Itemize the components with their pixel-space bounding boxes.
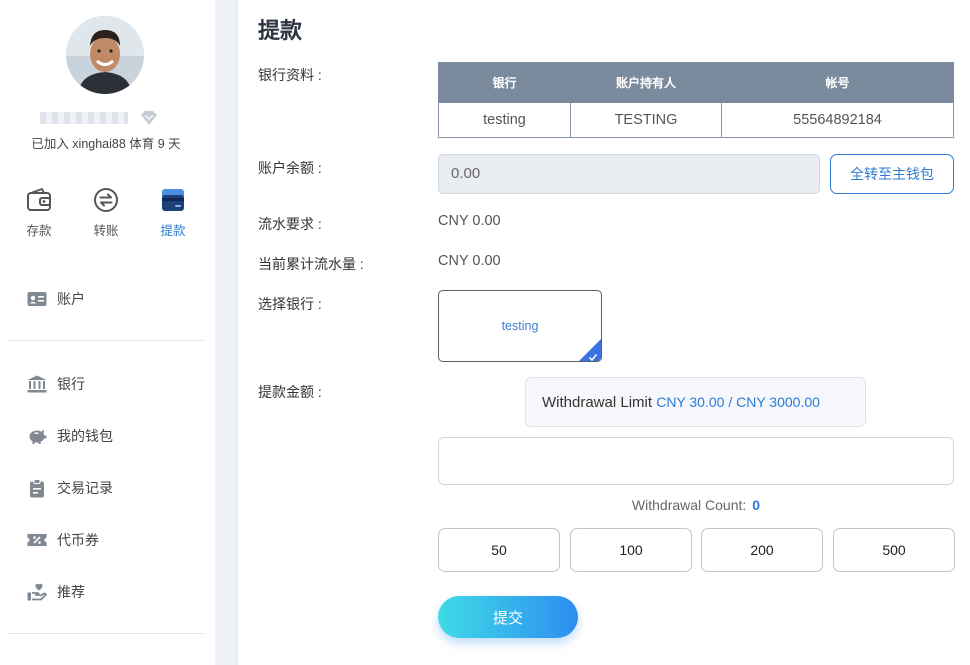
page-title: 提款: [258, 18, 303, 43]
deposit-button[interactable]: 存款: [14, 186, 64, 239]
transfer-icon: [92, 186, 120, 214]
withdraw-panel: 提款 银行资料 : 银行 账户持有人 帐号 testing TESTING 55…: [236, 0, 970, 665]
balance-field: 0.00: [438, 154, 820, 194]
quick-amount-50-button[interactable]: 50: [438, 528, 560, 572]
withdrawal-limit-box: Withdrawal Limit CNY 30.00 / CNY 3000.00: [525, 377, 866, 427]
quick-amount-200-button[interactable]: 200: [701, 528, 823, 572]
hand-heart-icon: [26, 582, 48, 602]
bank-info-label: 银行资料 :: [258, 67, 322, 83]
bank-option-label: testing: [501, 319, 539, 333]
balance-label: 账户余额 :: [258, 160, 322, 176]
deposit-label: 存款: [26, 224, 52, 238]
table-cell-account-number: 55564892184: [721, 102, 954, 138]
select-bank-label: 选择银行 :: [258, 296, 322, 312]
withdraw-amount-label: 提款金额 :: [258, 384, 322, 400]
avatar[interactable]: [66, 16, 144, 94]
sidebar-item-label: 交易记录: [57, 480, 113, 496]
column-header: 账户持有人: [570, 62, 722, 103]
turnover-requirement-label: 流水要求 :: [258, 216, 322, 232]
withdrawal-count-value: 0: [752, 497, 761, 513]
quick-amount-500-button[interactable]: 500: [833, 528, 955, 572]
joined-text: 已加入 xinghai88 体育 9 天: [31, 137, 181, 151]
sidebar-item-label: 账户: [57, 291, 85, 307]
table-row: testing TESTING 55564892184: [438, 102, 954, 138]
quick-amount-100-button[interactable]: 100: [570, 528, 692, 572]
sidebar-item-transactions[interactable]: 交易记录: [26, 476, 113, 500]
turnover-requirement-value: CNY 0.00: [438, 213, 501, 229]
withdraw-button[interactable]: 提款: [148, 186, 198, 239]
sidebar-item-vouchers[interactable]: 代币券: [26, 528, 99, 552]
sidebar-item-account[interactable]: 账户: [26, 287, 85, 311]
table-header-row: 银行 账户持有人 帐号: [438, 62, 954, 103]
withdraw-amount-input[interactable]: [438, 437, 954, 485]
column-header: 银行: [438, 62, 571, 103]
clipboard-icon: [26, 478, 48, 498]
ticket-icon: [26, 530, 48, 550]
column-header: 帐号: [721, 62, 954, 103]
withdrawal-limit-value: CNY 30.00 / CNY 3000.00: [656, 394, 820, 410]
bank-info-table: 银行 账户持有人 帐号 testing TESTING 55564892184: [438, 62, 954, 138]
username-row: [40, 110, 180, 128]
sidebar-item-label: 银行: [57, 376, 85, 392]
bank-option-card[interactable]: testing: [438, 290, 602, 362]
bank-icon: [26, 374, 48, 394]
sidebar-divider: [8, 633, 204, 634]
transfer-to-main-wallet-button[interactable]: 全转至主钱包: [830, 154, 954, 194]
diamond-icon: [140, 110, 158, 126]
card-icon: [159, 186, 187, 214]
submit-button[interactable]: 提交: [438, 596, 578, 638]
username-masked: [40, 112, 128, 124]
table-cell-bank: testing: [438, 102, 571, 138]
piggy-bank-icon: [26, 426, 48, 446]
withdraw-label: 提款: [160, 224, 186, 238]
withdrawal-count-row: Withdrawal Count: 0: [438, 497, 954, 513]
withdrawal-limit-label: Withdrawal Limit: [542, 394, 653, 411]
id-card-icon: [26, 289, 48, 309]
sidebar-item-label: 我的钱包: [57, 428, 113, 444]
sidebar-item-wallet[interactable]: 我的钱包: [26, 424, 113, 448]
sidebar-divider: [8, 340, 204, 341]
accumulated-turnover-label: 当前累计流水量 :: [258, 256, 364, 272]
transfer-label: 转账: [93, 224, 119, 238]
sidebar-item-label: 代币券: [57, 532, 99, 548]
wallet-icon: [25, 186, 53, 214]
sidebar-item-label: 推荐: [57, 584, 85, 600]
sidebar: 已加入 xinghai88 体育 9 天 存款 转账 提款 账户 银行 我的钱包…: [0, 0, 215, 665]
withdrawal-count-label: Withdrawal Count:: [631, 497, 747, 513]
sidebar-item-referral[interactable]: 推荐: [26, 580, 85, 604]
check-icon: [588, 349, 598, 361]
transfer-button[interactable]: 转账: [81, 186, 131, 239]
sidebar-item-bank[interactable]: 银行: [26, 372, 85, 396]
table-cell-holder: TESTING: [570, 102, 722, 138]
accumulated-turnover-value: CNY 0.00: [438, 253, 501, 269]
